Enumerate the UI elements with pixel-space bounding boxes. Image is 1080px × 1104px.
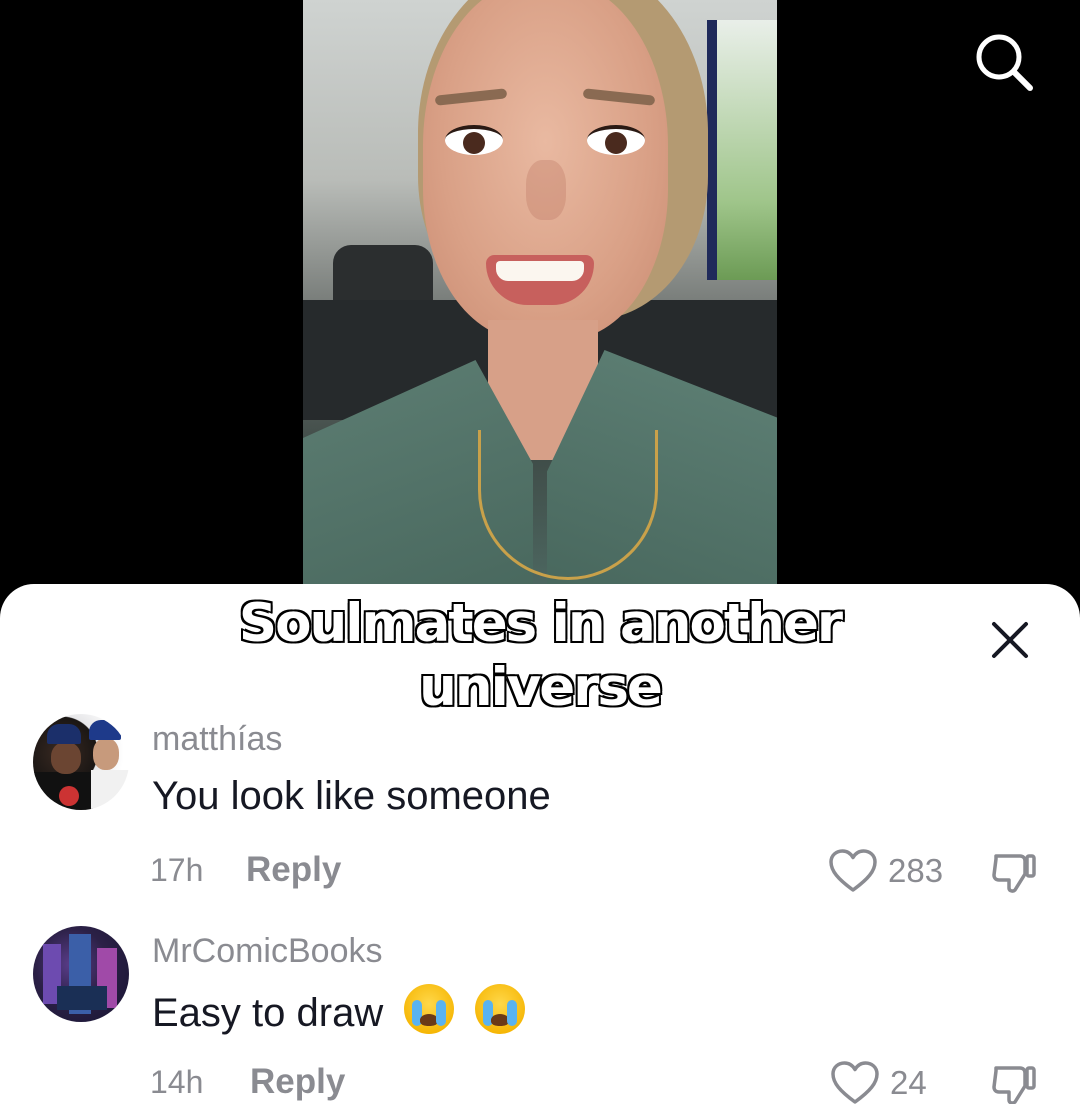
avatar[interactable] [33,714,129,810]
search-icon [976,34,1033,91]
like-count: 283 [888,852,944,889]
heart-icon [829,849,877,892]
comment-username[interactable]: matthías [152,720,282,759]
video-area[interactable] [0,0,1080,600]
eye-right [587,125,645,155]
video-frame[interactable] [303,0,777,600]
search-button[interactable] [972,30,1036,94]
comment-text: You look like someone [152,774,551,818]
thumbs-down-icon [992,854,1036,893]
like-count: 24 [890,1064,927,1101]
close-button[interactable] [984,614,1036,666]
thumbs-down-icon [992,1066,1036,1104]
dislike-button[interactable] [990,1060,1038,1104]
loudly-crying-face-icon [404,984,455,1034]
heart-icon [831,1061,879,1104]
avatar[interactable] [33,926,129,1022]
comment-text: Easy to draw [152,991,384,1035]
reply-button[interactable]: Reply [250,1062,345,1102]
close-icon [992,622,1028,658]
like-button[interactable] [828,848,878,899]
dislike-button[interactable] [990,848,1038,896]
eye-left [445,125,503,155]
reply-button[interactable]: Reply [246,850,341,890]
video-caption: Soulmates in another universe [237,592,844,720]
nose [526,160,566,220]
comment-text-row: Easy to draw [152,984,526,1036]
like-button[interactable] [830,1060,880,1104]
comment-username[interactable]: MrComicBooks [152,932,382,971]
loudly-crying-face-icon [475,984,526,1034]
comment-timestamp: 17h [150,852,204,888]
car-window [707,20,777,280]
comment-timestamp: 14h [150,1064,204,1100]
